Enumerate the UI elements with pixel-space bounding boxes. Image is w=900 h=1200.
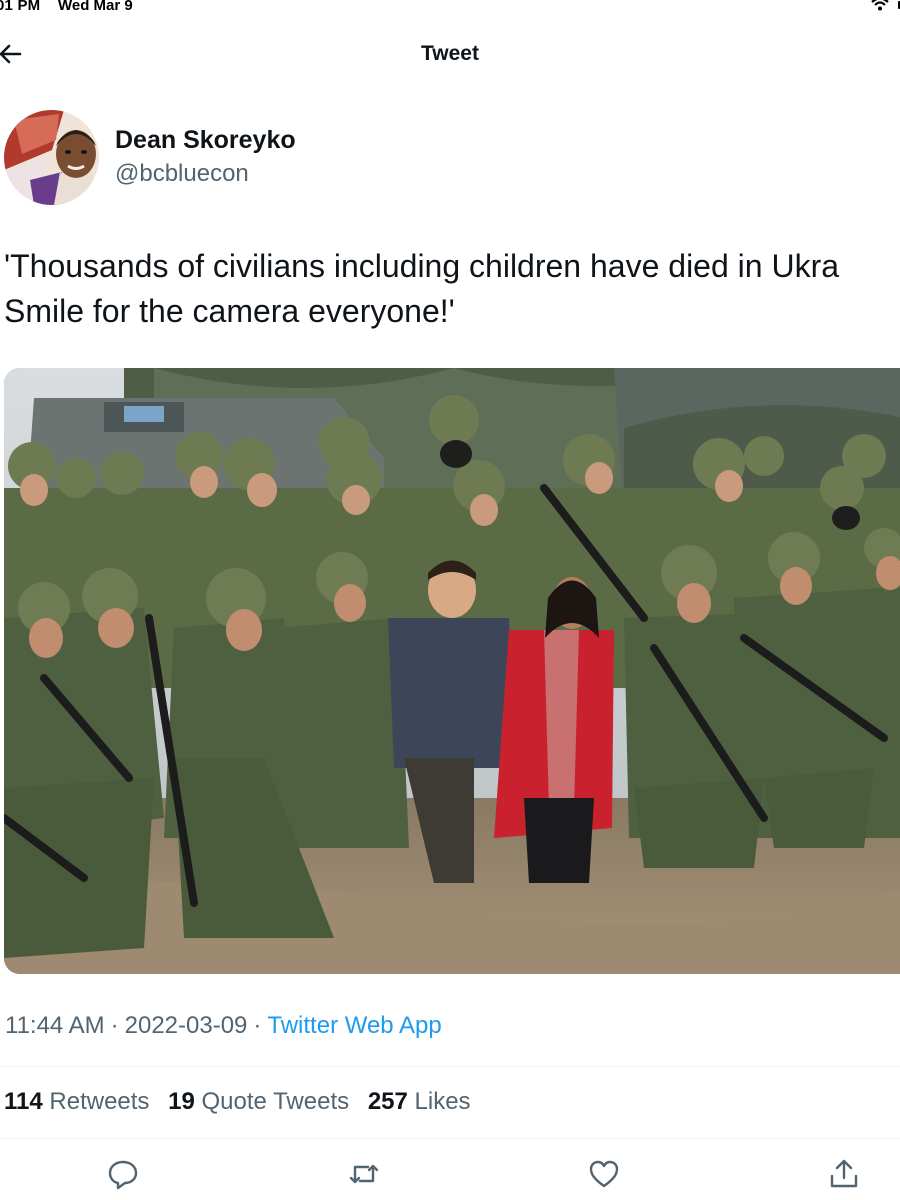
divider [0, 1138, 900, 1139]
photo-image [4, 368, 900, 974]
quote-tweets-count: 19 [168, 1088, 195, 1115]
avatar-image [4, 110, 99, 205]
tweet-date[interactable]: 2022-03-09 [125, 1012, 248, 1039]
likes-count: 257 [367, 1088, 408, 1115]
tweet-source-link[interactable]: Twitter Web App [267, 1012, 441, 1039]
divider [0, 1066, 900, 1067]
tweet-meta: 11:44 AM · 2022-03-09 · Twitter Web App [5, 1012, 442, 1040]
meta-separator: · [110, 1012, 119, 1039]
tweet-photo[interactable] [4, 368, 900, 974]
retweets-stat[interactable]: 114 Retweets [4, 1088, 149, 1115]
retweets-label: Retweets [49, 1088, 150, 1115]
tweet-author: Dean Skoreyko @bcbluecon [4, 108, 604, 208]
tweet-stats: 114 Retweets 19 Quote Tweets 257 Likes [4, 1088, 483, 1116]
reply-icon[interactable] [105, 1156, 141, 1192]
status-time: 01 PM [0, 0, 41, 14]
quote-tweets-label: Quote Tweets [201, 1088, 350, 1115]
tweet-actions [0, 1150, 900, 1200]
page-title: Tweet [421, 42, 479, 65]
tweet-time[interactable]: 11:44 AM [5, 1012, 105, 1039]
likes-stat[interactable]: 257 Likes [368, 1088, 471, 1115]
quote-tweets-stat[interactable]: 19 Quote Tweets [168, 1088, 349, 1115]
retweet-icon[interactable] [346, 1156, 382, 1192]
share-icon[interactable] [826, 1156, 862, 1192]
retweets-count: 114 [4, 1088, 43, 1115]
meta-separator: · [253, 1012, 262, 1039]
author-display-name[interactable]: Dean Skoreyko [115, 126, 296, 155]
status-date: Wed Mar 9 [58, 0, 133, 14]
avatar[interactable] [4, 110, 99, 205]
tweet-text: 'Thousands of civilians including childr… [4, 248, 840, 329]
author-handle[interactable]: @bcbluecon [115, 160, 249, 188]
like-icon[interactable] [586, 1156, 622, 1192]
status-bar: 01 PM Wed Mar 9 [0, 0, 900, 18]
wifi-icon [871, 0, 900, 11]
tweet-header: Tweet [0, 28, 900, 78]
likes-label: Likes [414, 1088, 471, 1115]
